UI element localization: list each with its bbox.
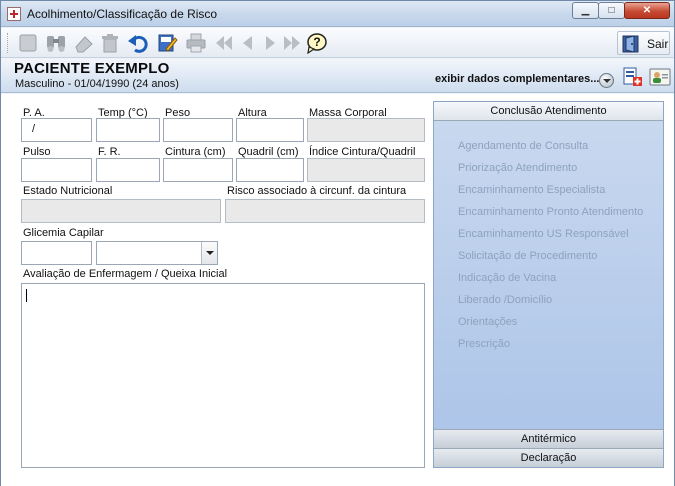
massa-corporal-field (307, 118, 425, 142)
new-icon[interactable] (17, 32, 39, 54)
window-title: Acolhimento/Classificação de Risco (27, 7, 218, 21)
conclusao-panel: Conclusão Atendimento Agendamento de Con… (433, 101, 664, 468)
panel-item-prescricao[interactable]: Prescrição (458, 338, 510, 350)
sair-label: Sair (647, 37, 669, 51)
svg-text:?: ? (313, 35, 320, 49)
indice-field (307, 158, 425, 182)
panel-item-priorizacao[interactable]: Priorização Atendimento (458, 162, 577, 174)
print-icon[interactable] (185, 32, 207, 54)
fr-label: F. R. (98, 146, 121, 158)
eraser-icon[interactable] (73, 32, 95, 54)
maximize-button[interactable]: □ (598, 2, 625, 19)
binoculars-icon[interactable] (45, 32, 67, 54)
chevron-down-icon[interactable] (201, 242, 217, 264)
cintura-field[interactable] (163, 158, 233, 182)
glicemia-field[interactable] (21, 241, 92, 265)
close-button[interactable]: ✕ (624, 2, 670, 19)
antitermico-tab[interactable]: Antitérmico (434, 429, 663, 448)
avaliacao-label: Avaliação de Enfermagem / Queixa Inicial (23, 268, 228, 280)
conclusao-header[interactable]: Conclusão Atendimento (434, 102, 663, 121)
cintura-label: Cintura (cm) (165, 146, 226, 158)
panel-item-especialista[interactable]: Encaminhamento Especialista (458, 184, 605, 196)
last-icon[interactable] (281, 32, 303, 54)
patient-info: Masculino - 01/04/1990 (24 anos) (15, 78, 179, 90)
temp-field[interactable] (96, 118, 160, 142)
title-bar: Acolhimento/Classificação de Risco ▁ □ ✕ (1, 1, 674, 27)
toolbar: ? Sair (1, 28, 674, 58)
panel-item-agendamento[interactable]: Agendamento de Consulta (458, 140, 588, 152)
altura-field[interactable] (236, 118, 304, 142)
patient-card-icon[interactable] (649, 66, 671, 88)
form-area: P. A. / Temp (°C) Peso Altura Massa Corp… (1, 94, 674, 486)
declaracao-tab[interactable]: Declaração (434, 448, 663, 467)
estado-nutricional-field (21, 199, 221, 223)
panel-item-procedimento[interactable]: Solicitação de Procedimento (458, 250, 597, 262)
quadril-label: Quadril (cm) (238, 146, 299, 158)
estado-nutricional-label: Estado Nutricional (23, 185, 113, 197)
panel-item-us-responsavel[interactable]: Encaminhamento US Responsável (458, 228, 629, 240)
help-icon[interactable]: ? (305, 32, 327, 55)
patient-header: PACIENTE EXEMPLO Masculino - 01/04/1990 … (1, 59, 674, 93)
sair-button[interactable]: Sair (617, 31, 670, 55)
edit-icon[interactable] (156, 32, 178, 54)
peso-field[interactable] (163, 118, 233, 142)
panel-item-pronto-atendimento[interactable]: Encaminhamento Pronto Atendimento (458, 206, 643, 218)
expand-toggle-icon[interactable] (599, 73, 614, 88)
trash-icon[interactable] (99, 32, 121, 54)
glicemia-select[interactable] (96, 241, 218, 265)
risco-cintura-label: Risco associado à circunf. da cintura (227, 185, 407, 197)
risco-cintura-field (225, 199, 425, 223)
complementary-data-link[interactable]: exibir dados complementares... (435, 73, 599, 85)
quadril-field[interactable] (236, 158, 304, 182)
avaliacao-textarea[interactable] (21, 283, 425, 468)
patient-name: PACIENTE EXEMPLO (14, 60, 170, 77)
next-icon[interactable] (259, 32, 281, 54)
first-icon[interactable] (213, 32, 235, 54)
fr-field[interactable] (96, 158, 160, 182)
text-caret (26, 289, 27, 302)
panel-item-vacina[interactable]: Indicação de Vacina (458, 272, 556, 284)
exit-door-icon (622, 35, 639, 53)
pulso-label: Pulso (23, 146, 51, 158)
pa-field[interactable]: / (21, 118, 92, 142)
main-window: Acolhimento/Classificação de Risco ▁ □ ✕ (0, 0, 675, 486)
undo-icon[interactable] (127, 32, 149, 54)
pulso-field[interactable] (21, 158, 92, 182)
app-red-cross-icon (7, 7, 21, 21)
indice-label: Índice Cintura/Quadril (309, 146, 416, 158)
previous-icon[interactable] (237, 32, 259, 54)
panel-item-orientacoes[interactable]: Orientações (458, 316, 517, 328)
minimize-button[interactable]: ▁ (572, 2, 599, 19)
toolbar-grip (7, 33, 9, 53)
panel-item-liberado[interactable]: Liberado /Domicílio (458, 294, 552, 306)
patient-record-icon[interactable] (621, 66, 643, 88)
glicemia-label: Glicemia Capilar (23, 227, 104, 239)
